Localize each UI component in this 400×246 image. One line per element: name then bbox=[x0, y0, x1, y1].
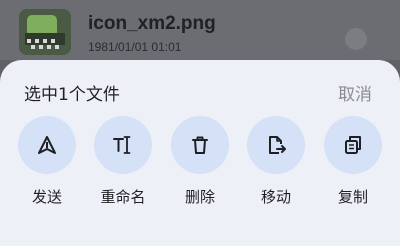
copy-icon bbox=[345, 136, 361, 154]
copy-label: 复制 bbox=[337, 188, 368, 206]
rename-icon-circle bbox=[94, 116, 152, 174]
delete-button[interactable]: 删除 bbox=[165, 116, 235, 212]
send-label: 发送 bbox=[31, 188, 62, 206]
rename-label: 重命名 bbox=[100, 188, 146, 206]
move-icon bbox=[269, 136, 286, 154]
file-date: 1981/01/01 01:01 bbox=[88, 40, 182, 54]
file-action-sheet: 选中1个文件 取消 发送 重命名 删除 移动 复制 bbox=[0, 60, 400, 246]
move-button[interactable]: 移动 bbox=[241, 116, 311, 212]
selection-count-title: 选中1个文件 bbox=[24, 85, 120, 105]
delete-icon-circle bbox=[171, 116, 229, 174]
copy-icon-circle bbox=[324, 116, 382, 174]
send-icon bbox=[38, 136, 56, 154]
move-label: 移动 bbox=[260, 188, 291, 206]
file-list-row: icon_xm2.png 1981/01/01 01:01 bbox=[0, 0, 400, 60]
copy-button[interactable]: 复制 bbox=[318, 116, 388, 212]
cancel-button[interactable]: 取消 bbox=[338, 80, 372, 105]
rename-icon bbox=[113, 136, 131, 154]
rename-button[interactable]: 重命名 bbox=[88, 116, 158, 212]
delete-icon bbox=[192, 136, 208, 154]
send-icon-circle bbox=[18, 116, 76, 174]
delete-label: 删除 bbox=[184, 188, 215, 206]
file-name: icon_xm2.png bbox=[88, 13, 216, 34]
selection-check-icon bbox=[345, 28, 367, 50]
send-button[interactable]: 发送 bbox=[12, 116, 82, 212]
file-thumbnail bbox=[19, 9, 71, 55]
move-icon-circle bbox=[247, 116, 305, 174]
